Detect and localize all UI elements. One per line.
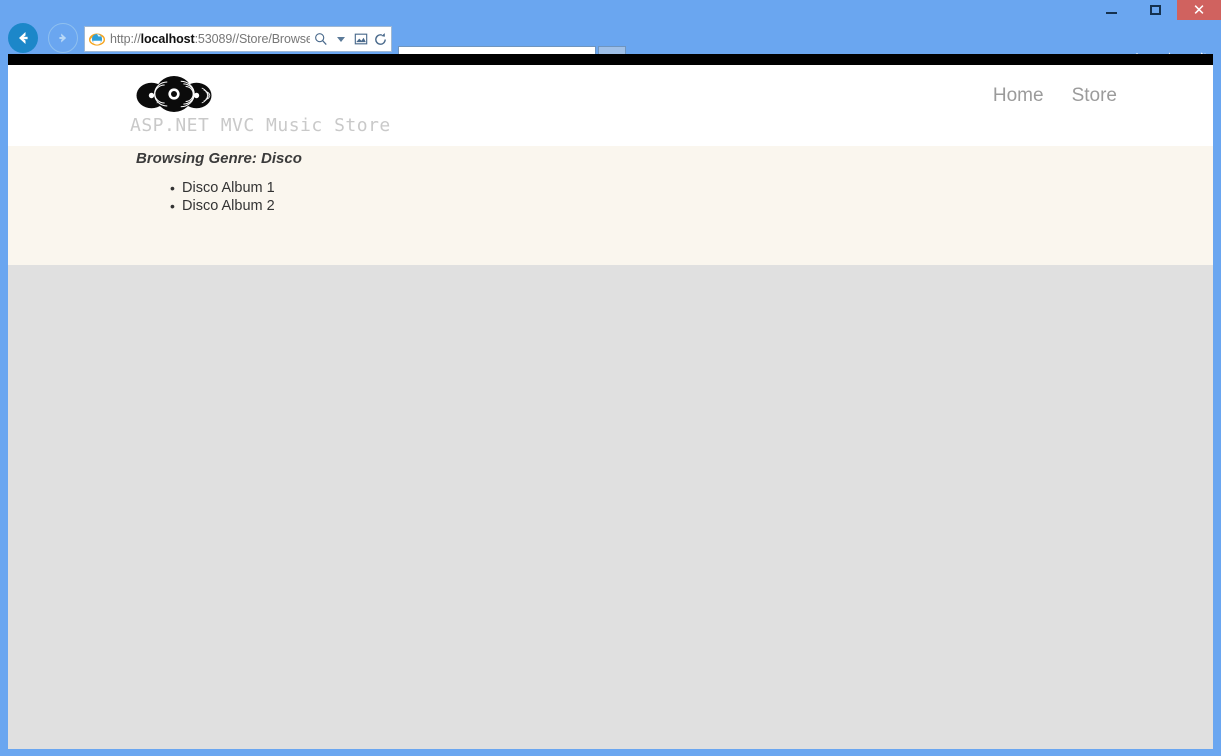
compatibility-view-icon[interactable] (352, 29, 369, 49)
nav-store-link[interactable]: Store (1072, 85, 1117, 107)
forward-arrow-icon (59, 33, 67, 43)
bullet-icon: • (170, 180, 175, 196)
site-header: ASP.NET MVC Music Store Home Store (8, 65, 1213, 146)
nav-home-link[interactable]: Home (993, 85, 1044, 107)
search-glyph (314, 33, 327, 46)
main-content: Browsing Genre: Disco • Disco Album 1 • Di… (8, 146, 1213, 265)
site-brand-text: ASP.NET MVC Music Store (130, 115, 391, 136)
page-title: Browsing Genre: Disco (136, 150, 302, 167)
maximize-icon (1149, 5, 1161, 15)
vinyl-records-logo-icon (136, 76, 212, 112)
ie-logo-icon (88, 33, 106, 46)
back-button[interactable] (8, 23, 38, 53)
page-background-area (8, 265, 1213, 749)
bullet-icon: • (170, 198, 175, 214)
chrome-separator-bar (8, 54, 1213, 65)
navigation-toolbar: http://localhost:53089//Store/Browse?Ge (0, 20, 1221, 74)
album-list: • Disco Album 1 • Disco Album 2 (160, 179, 275, 215)
address-bar-icons (310, 29, 389, 49)
url-text: http://localhost:53089//Store/Browse?Ge (110, 32, 310, 46)
refresh-glyph (375, 32, 386, 45)
chevron-glyph (336, 36, 345, 42)
album-title: Disco Album 2 (182, 198, 275, 214)
chevron-down-icon[interactable] (332, 29, 349, 49)
album-title: Disco Album 1 (182, 180, 275, 196)
page-viewport: ASP.NET MVC Music Store Home Store Brows… (8, 65, 1213, 749)
site-brand-link[interactable]: ASP.NET MVC Music Store (130, 75, 391, 136)
address-bar[interactable]: http://localhost:53089//Store/Browse?Ge (84, 26, 392, 52)
compatibility-glyph (354, 33, 367, 45)
title-bar: ✕ (0, 0, 1221, 20)
refresh-icon[interactable] (372, 29, 389, 49)
search-icon[interactable] (312, 29, 329, 49)
back-arrow-icon (19, 32, 28, 44)
maximize-button[interactable] (1133, 0, 1177, 20)
forward-button[interactable] (48, 23, 78, 53)
window-bottom-border (0, 749, 1221, 756)
close-icon: ✕ (1192, 1, 1206, 19)
minimize-icon (1105, 12, 1117, 14)
minimize-button[interactable] (1089, 0, 1133, 20)
list-item[interactable]: • Disco Album 2 (160, 197, 275, 215)
browser-window: ✕ http://localhost:53089//Store/Brows AS… (0, 0, 1221, 756)
list-item[interactable]: • Disco Album 1 (160, 179, 275, 197)
window-caption-buttons: ✕ (1089, 0, 1221, 20)
close-window-button[interactable]: ✕ (1177, 0, 1221, 20)
site-navigation: Home Store (993, 85, 1117, 107)
